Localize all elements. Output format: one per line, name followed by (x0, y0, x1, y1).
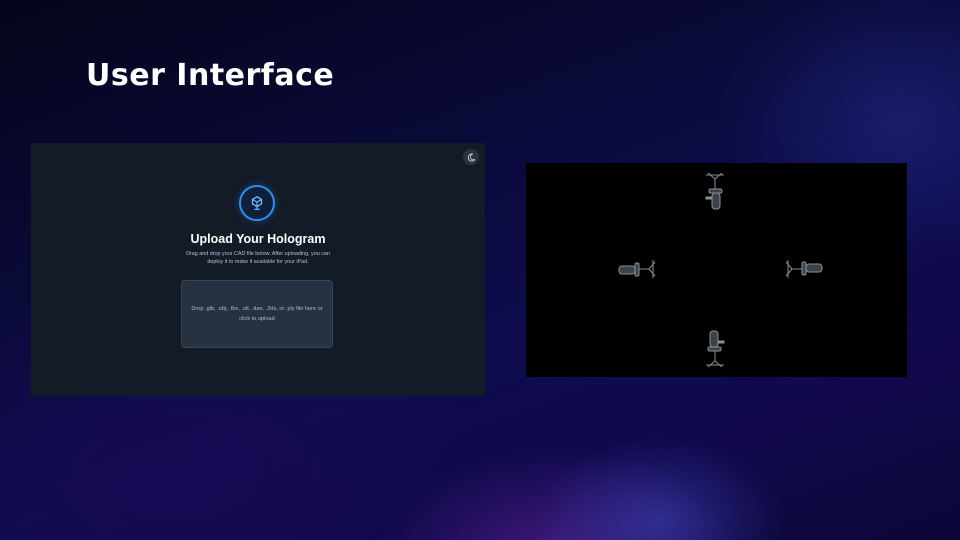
dropzone-label: Drop .glb, .obj, .fbx, .stl, .dae, .3ds,… (191, 306, 323, 322)
upload-heading: Upload Your Hologram (190, 232, 326, 246)
office-chair-icon (706, 330, 725, 368)
moon-icon (467, 152, 475, 162)
hologram-preview (526, 163, 907, 377)
slide-title: User Interface (86, 58, 335, 93)
office-chair-icon (785, 260, 823, 278)
office-chair-icon (705, 172, 724, 210)
file-dropzone[interactable]: Drop .glb, .obj, .fbx, .stl, .dae, .3ds,… (181, 280, 333, 348)
hologram-logo-icon (239, 185, 275, 221)
upload-instructions: Drag and drop your CAD file below. After… (186, 251, 330, 265)
theme-toggle-button[interactable] (463, 149, 479, 165)
office-chair-icon (618, 260, 656, 278)
upload-app-window: Upload Your Hologram Drag and drop your … (31, 143, 485, 396)
